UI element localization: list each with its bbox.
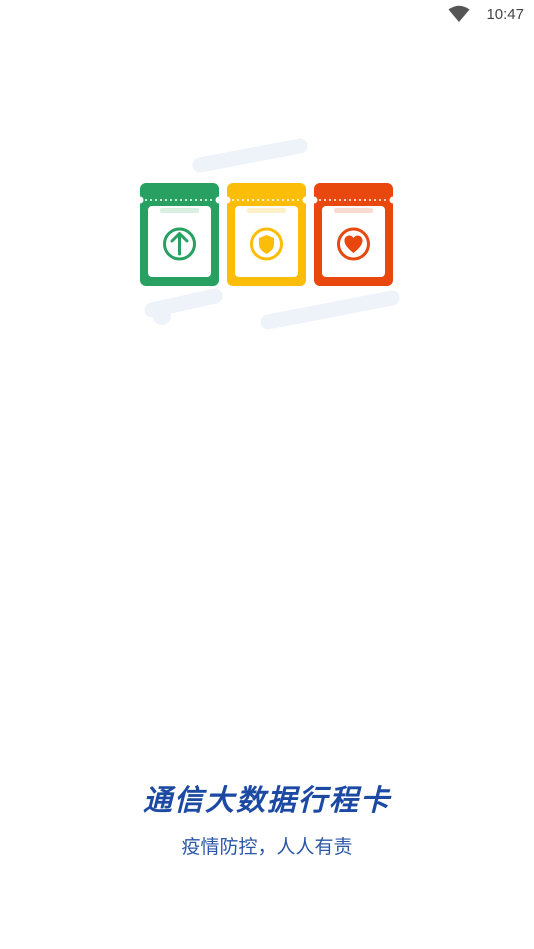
app-title: 通信大数据行程卡 (142, 783, 391, 817)
status-time: 10:47 (486, 6, 524, 23)
status-bar: 10:47 (0, 0, 534, 30)
yellow-code-card (223, 183, 310, 286)
red-code-card (310, 183, 397, 286)
app-slogan: 疫情防控，人人有责 (181, 836, 353, 858)
travel-card-illustration (130, 130, 410, 340)
green-code-card (136, 183, 223, 286)
wifi-icon (448, 5, 470, 23)
